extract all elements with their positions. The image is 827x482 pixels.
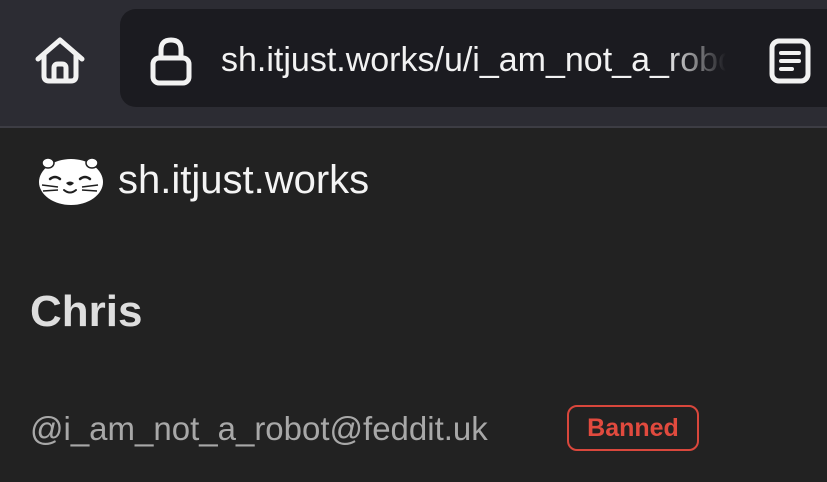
address-bar[interactable]: sh.itjust.works/u/i_am_not_a_robot@feddi… xyxy=(120,9,827,107)
banned-status-badge: Banned xyxy=(567,405,699,451)
lock-icon xyxy=(150,37,192,86)
otter-logo-icon xyxy=(39,157,103,205)
profile-handle: @i_am_not_a_robot@feddit.uk xyxy=(30,410,488,447)
toolbar-divider xyxy=(0,126,827,128)
reader-view-icon xyxy=(769,38,811,84)
home-button[interactable] xyxy=(30,32,90,88)
site-header[interactable]: sh.itjust.works xyxy=(36,150,369,210)
url-text[interactable]: sh.itjust.works/u/i_am_not_a_robot@feddi… xyxy=(221,37,726,83)
reader-view-button[interactable] xyxy=(762,33,818,89)
profile-display-name: Chris xyxy=(30,287,143,336)
browser-toolbar: sh.itjust.works/u/i_am_not_a_robot@feddi… xyxy=(0,0,827,126)
site-name[interactable]: sh.itjust.works xyxy=(118,152,369,208)
home-icon xyxy=(35,37,85,84)
